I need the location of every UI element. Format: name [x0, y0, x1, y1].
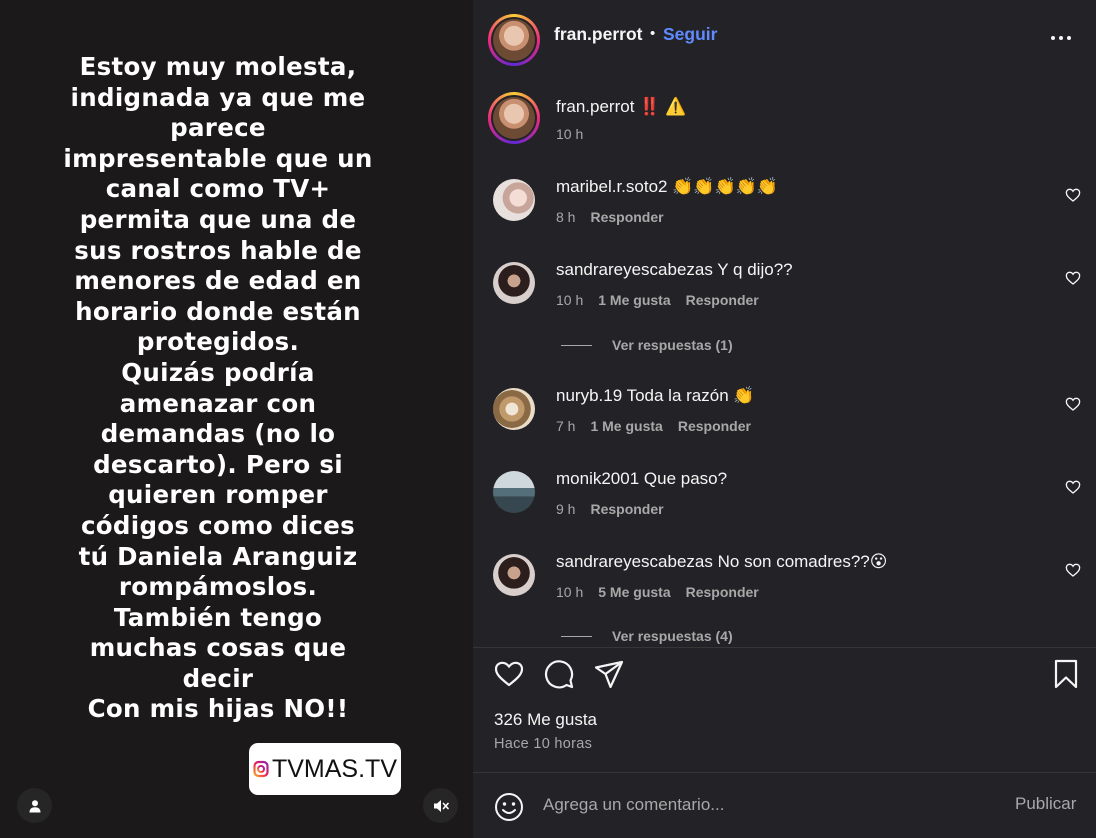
comment-likes[interactable]: 1 Me gusta — [598, 292, 670, 308]
commenter-avatar[interactable] — [493, 388, 535, 430]
emoji-icon[interactable] — [494, 792, 524, 822]
likes-count[interactable]: 326 Me gusta — [494, 710, 597, 730]
comment-reply-button[interactable]: Responder — [678, 418, 751, 434]
comment-text: No son comadres??😮 — [717, 552, 888, 571]
user-icon — [29, 799, 40, 812]
view-replies-label: Ver respuestas (1) — [612, 337, 733, 353]
comment-username[interactable]: sandrareyescabezas — [556, 552, 713, 571]
comment-username[interactable]: monik2001 — [556, 469, 639, 488]
caption: fran.perrot ‼️ ⚠️ — [556, 97, 686, 117]
comment-username[interactable]: nuryb.19 — [556, 386, 622, 405]
bookmark-icon[interactable] — [1050, 658, 1082, 690]
caption-text: ‼️ ⚠️ — [639, 97, 687, 116]
comment-time: 7 h — [556, 418, 576, 434]
commenter-avatar[interactable] — [493, 554, 535, 596]
follow-button[interactable]: Seguir — [663, 24, 717, 45]
comment-likes[interactable]: 1 Me gusta — [590, 418, 662, 434]
watermark-text: TVMAS.TV — [271, 754, 397, 783]
tagged-user-button[interactable] — [17, 788, 52, 823]
commenter-avatar[interactable] — [493, 179, 535, 221]
divider — [473, 647, 1096, 648]
comment-item: maribel.r.soto2 👏👏👏👏👏 8 h Responder — [473, 177, 1096, 237]
comment-text: Y q dijo?? — [717, 260, 793, 279]
heart-icon[interactable] — [1065, 396, 1081, 412]
comment-time: 10 h — [556, 292, 584, 308]
post-media[interactable]: Estoy muy molesta, indignada ya que me p… — [0, 0, 473, 838]
comment-time: 8 h — [556, 209, 576, 225]
comment-time: 10 h — [556, 584, 584, 600]
post-timestamp[interactable]: Hace 10 horas — [494, 736, 592, 752]
comment-item: nuryb.19 Toda la razón 👏 7 h 1 Me gusta Re… — [473, 386, 1096, 446]
comment-text: Que paso? — [643, 469, 728, 488]
comment-username[interactable]: maribel.r.soto2 — [556, 177, 668, 196]
post-header: fran.perrot • Seguir — [473, 0, 1096, 72]
paper-plane-icon[interactable] — [593, 658, 625, 690]
comment-likes[interactable]: 5 Me gusta — [598, 584, 670, 600]
comment-reply-button[interactable]: Responder — [686, 292, 759, 308]
heart-icon[interactable] — [1065, 479, 1081, 495]
publish-button[interactable]: Publicar — [1015, 794, 1076, 814]
view-replies-label: Ver respuestas (4) — [612, 628, 733, 644]
action-bar — [473, 658, 1096, 698]
commenter-avatar[interactable] — [493, 262, 535, 304]
heart-icon[interactable] — [1065, 270, 1081, 286]
comment-time: 9 h — [556, 501, 576, 517]
comment-item: sandrareyescabezas No son comadres??😮 10… — [473, 552, 1096, 612]
story-text: Estoy muy molesta, indignada ya que me p… — [63, 52, 373, 724]
caption-time: 10 h — [556, 126, 584, 142]
comments-list[interactable]: fran.perrot ‼️ ⚠️ 10 h maribel.r.soto2 👏… — [473, 72, 1096, 647]
author-avatar[interactable] — [488, 14, 540, 66]
comment-item: sandrareyescabezas Y q dijo?? 10 h 1 Me g… — [473, 260, 1096, 320]
comment-text: Toda la razón 👏 — [626, 386, 755, 405]
comment-item: monik2001 Que paso? 9 h Responder — [473, 469, 1096, 529]
caption-avatar[interactable] — [488, 92, 540, 144]
instagram-logo-icon — [253, 760, 269, 778]
author-username[interactable]: fran.perrot — [554, 24, 642, 45]
comment-text: 👏👏👏👏👏 — [672, 177, 779, 196]
comment-reply-button[interactable]: Responder — [590, 209, 663, 225]
watermark-badge: TVMAS.TV — [249, 743, 401, 795]
comment-username[interactable]: sandrareyescabezas — [556, 260, 713, 279]
more-options-icon[interactable] — [1051, 36, 1071, 40]
comment-bubble-icon[interactable] — [543, 658, 575, 690]
muted-speaker-icon — [433, 799, 449, 812]
comment-reply-button[interactable]: Responder — [590, 501, 663, 517]
comment-input[interactable] — [543, 792, 993, 818]
heart-icon[interactable] — [1065, 187, 1081, 203]
comment-composer: Publicar — [473, 772, 1096, 838]
view-replies-button[interactable]: Ver respuestas (4) — [561, 628, 733, 644]
commenter-avatar[interactable] — [493, 471, 535, 513]
comment-reply-button[interactable]: Responder — [686, 584, 759, 600]
view-replies-button[interactable]: Ver respuestas (1) — [561, 337, 733, 353]
caption-username[interactable]: fran.perrot — [556, 97, 634, 116]
heart-icon[interactable] — [493, 658, 525, 690]
separator-dot: • — [650, 25, 656, 42]
mute-button[interactable] — [423, 788, 458, 823]
heart-icon[interactable] — [1065, 562, 1081, 578]
post-panel: fran.perrot • Seguir fran.perrot ‼️ ⚠️ 1… — [473, 0, 1096, 838]
